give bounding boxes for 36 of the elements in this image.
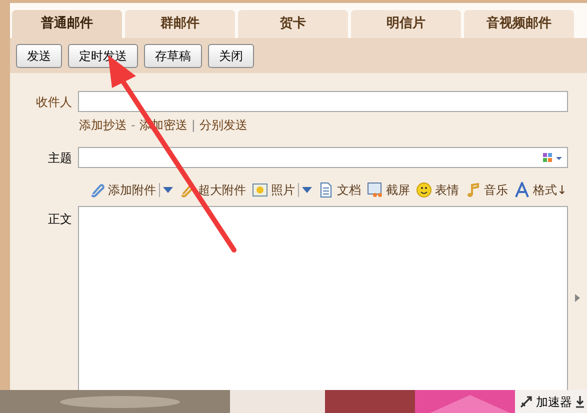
- field-label: 收件人: [35, 94, 73, 110]
- attachment-tool[interactable]: 表情: [416, 181, 459, 199]
- recipient-field[interactable]: [78, 91, 568, 112]
- field-label: 正文: [47, 211, 73, 228]
- toolbar-button[interactable]: 发送: [16, 44, 62, 68]
- attachment-tool[interactable]: 截屏: [367, 181, 410, 199]
- tab[interactable]: 明信片: [351, 10, 461, 38]
- toolbar-button[interactable]: 关闭: [208, 44, 254, 68]
- dropdown-icon[interactable]: [302, 187, 312, 193]
- download-icon[interactable]: [575, 395, 585, 409]
- dropdown-icon[interactable]: [163, 187, 173, 193]
- stationery-icon[interactable]: [543, 152, 563, 162]
- field-label: 主题: [47, 150, 73, 166]
- subject-field[interactable]: [78, 147, 568, 168]
- separator: |: [191, 117, 196, 134]
- tab[interactable]: 普通邮件: [12, 10, 122, 38]
- tab[interactable]: 音视频邮件: [464, 10, 574, 38]
- recipient-link[interactable]: 添加抄送: [79, 116, 127, 134]
- document-icon: [318, 182, 334, 198]
- attachment-tool[interactable]: 文档: [318, 181, 361, 199]
- expand-icon[interactable]: [575, 294, 580, 302]
- paperclip-icon: [89, 182, 105, 198]
- photo-icon: [252, 182, 268, 198]
- smiley-icon: [416, 182, 432, 198]
- attachment-tool[interactable]: 音乐: [465, 181, 508, 199]
- toolbar-button[interactable]: 存草稿: [144, 44, 202, 68]
- separator: -: [131, 117, 136, 134]
- attachment-tool[interactable]: 添加附件: [89, 181, 156, 199]
- tab[interactable]: 贺卡: [238, 10, 348, 38]
- letter-a-icon: [514, 182, 530, 198]
- attachment-tool[interactable]: 格式↓: [514, 181, 568, 199]
- music-note-icon: [465, 182, 481, 198]
- tab[interactable]: 群邮件: [125, 10, 235, 38]
- recipient-link[interactable]: 分别发送: [199, 116, 248, 134]
- attachment-tool[interactable]: 照片: [252, 181, 295, 199]
- attachment-tool[interactable]: 超大附件: [179, 181, 246, 199]
